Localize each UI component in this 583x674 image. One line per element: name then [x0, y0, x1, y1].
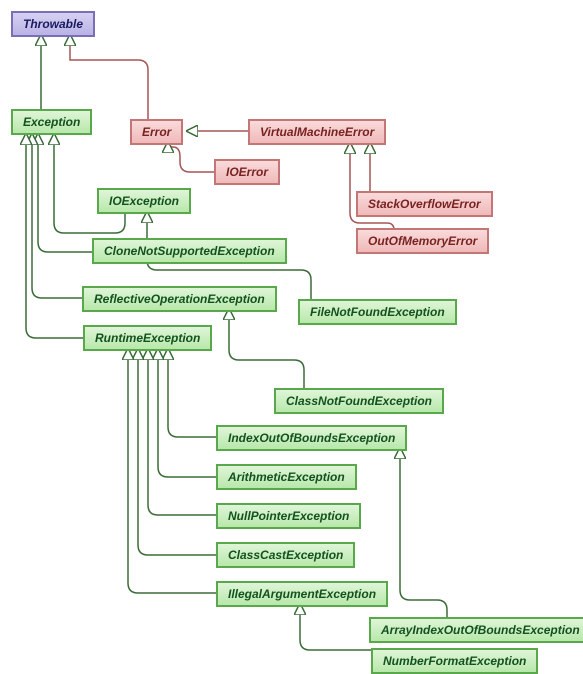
label: NullPointerException	[228, 509, 349, 523]
class-index-out-of-bounds-exception: IndexOutOfBoundsException	[216, 425, 407, 451]
label: ClassCastException	[228, 548, 343, 562]
class-reflective-operation-exception: ReflectiveOperationException	[82, 286, 277, 312]
label: IOException	[109, 194, 179, 208]
class-number-format-exception: NumberFormatException	[371, 648, 538, 674]
label: Error	[142, 125, 171, 139]
class-error: Error	[130, 119, 183, 145]
label: ReflectiveOperationException	[94, 292, 265, 306]
label: RuntimeException	[95, 331, 200, 345]
label: ArithmeticException	[228, 470, 345, 484]
label: Throwable	[23, 17, 83, 31]
class-clone-not-supported-exception: CloneNotSupportedException	[92, 238, 287, 264]
class-runtime-exception: RuntimeException	[83, 325, 212, 351]
class-io-error: IOError	[214, 159, 280, 185]
label: IndexOutOfBoundsException	[228, 431, 395, 445]
label: FileNotFoundException	[310, 305, 445, 319]
label: IOError	[226, 165, 268, 179]
label: OutOfMemoryError	[368, 234, 477, 248]
class-exception: Exception	[11, 109, 92, 135]
label: ArrayIndexOutOfBoundsException	[381, 623, 580, 637]
class-virtual-machine-error: VirtualMachineError	[248, 119, 386, 145]
label: IllegalArgumentException	[228, 587, 376, 601]
class-throwable: Throwable	[11, 11, 95, 37]
class-io-exception: IOException	[97, 188, 191, 214]
label: ClassNotFoundException	[286, 394, 432, 408]
class-null-pointer-exception: NullPointerException	[216, 503, 361, 529]
class-array-index-out-of-bounds-exception: ArrayIndexOutOfBoundsException	[369, 617, 583, 643]
class-class-cast-exception: ClassCastException	[216, 542, 355, 568]
class-stack-overflow-error: StackOverflowError	[356, 191, 493, 217]
class-illegal-argument-exception: IllegalArgumentException	[216, 581, 388, 607]
label: NumberFormatException	[383, 654, 526, 668]
class-out-of-memory-error: OutOfMemoryError	[356, 228, 489, 254]
label: CloneNotSupportedException	[104, 244, 275, 258]
label: StackOverflowError	[368, 197, 481, 211]
class-arithmetic-exception: ArithmeticException	[216, 464, 357, 490]
class-class-not-found-exception: ClassNotFoundException	[274, 388, 444, 414]
label: VirtualMachineError	[260, 125, 374, 139]
label: Exception	[23, 115, 80, 129]
class-file-not-found-exception: FileNotFoundException	[298, 299, 457, 325]
